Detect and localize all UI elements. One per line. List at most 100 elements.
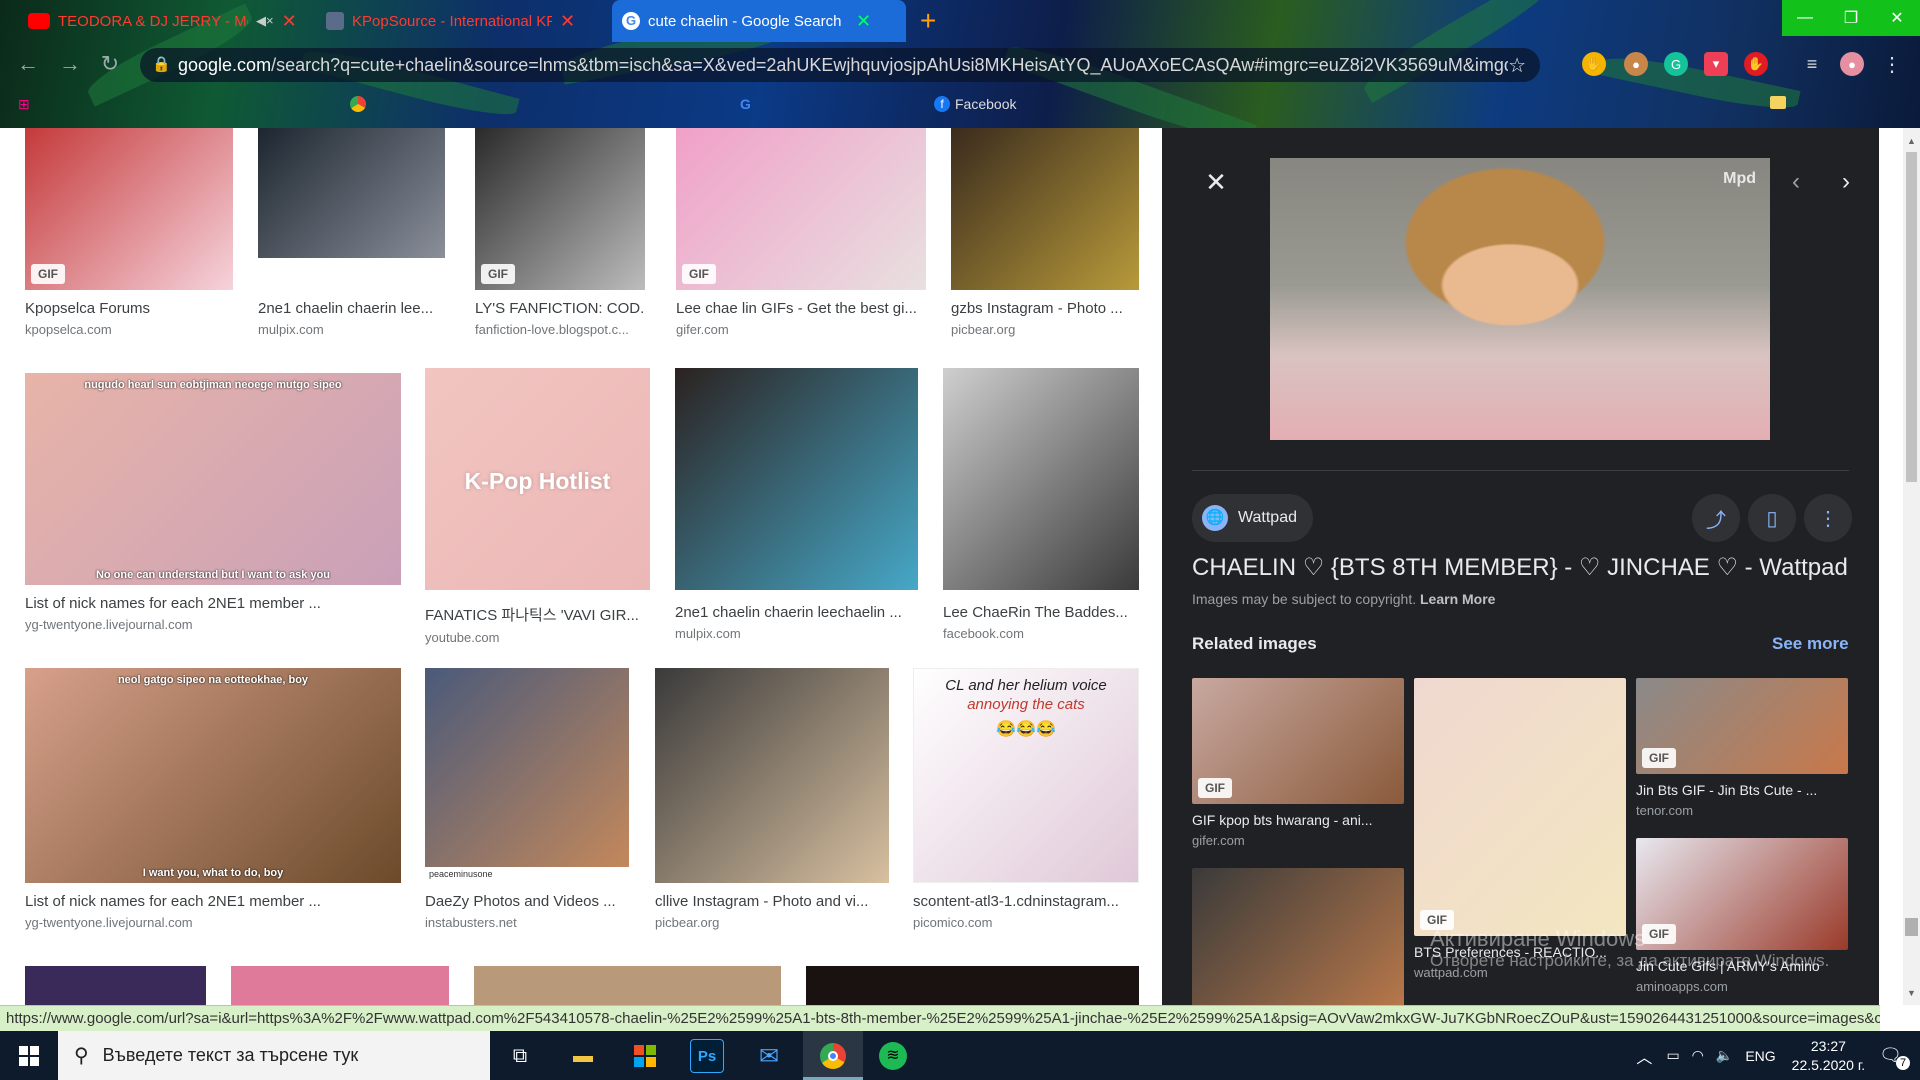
- result-source[interactable]: mulpix.com: [258, 322, 445, 337]
- scroll-up-arrow[interactable]: ▲: [1905, 136, 1918, 150]
- image-result[interactable]: 2ne1 chaelin chaerin leechaelin ... mulp…: [675, 368, 918, 641]
- image-result[interactable]: [231, 966, 449, 1005]
- minimize-button[interactable]: —: [1782, 0, 1828, 36]
- preview-image[interactable]: Mpd: [1270, 158, 1770, 440]
- volume-icon[interactable]: 🔈: [1716, 1047, 1733, 1064]
- share-icon[interactable]: ⤴: [1692, 494, 1740, 542]
- related-source[interactable]: gifer.com: [1192, 833, 1404, 848]
- chevron-left-icon[interactable]: ‹: [1772, 158, 1820, 206]
- page-scrollbar[interactable]: ▲ ▼: [1903, 128, 1920, 1005]
- bookmark-facebook[interactable]: f Facebook: [934, 96, 1016, 112]
- result-title[interactable]: 2ne1 chaelin chaerin leechaelin ...: [675, 604, 918, 621]
- related-title[interactable]: GIF kpop bts hwarang - ani...: [1192, 812, 1404, 828]
- image-result[interactable]: [25, 966, 206, 1005]
- result-source[interactable]: gifer.com: [676, 322, 926, 337]
- grammarly-icon[interactable]: G: [1664, 52, 1688, 76]
- result-source[interactable]: instabusters.net: [425, 915, 629, 930]
- profile-avatar[interactable]: ●: [1840, 52, 1864, 76]
- result-title[interactable]: 2ne1 chaelin chaerin lee...: [258, 300, 445, 317]
- see-more-link[interactable]: See more: [1772, 634, 1849, 654]
- extensions-list-icon[interactable]: ≡: [1800, 52, 1824, 76]
- result-thumbnail[interactable]: peaceminusone: [425, 668, 629, 883]
- result-thumbnail[interactable]: nugudo hearl sun eobtjiman neoege mutgo …: [25, 373, 401, 585]
- close-tab-icon[interactable]: ✕: [560, 11, 575, 32]
- result-title[interactable]: Lee ChaeRin The Baddes...: [943, 604, 1139, 621]
- close-tab-icon[interactable]: ✕: [282, 11, 297, 32]
- result-title[interactable]: gzbs Instagram - Photo ...: [951, 300, 1139, 317]
- result-title[interactable]: FANATICS 파나틱스 'VAVI GIR...: [425, 604, 650, 625]
- chevron-right-icon[interactable]: ›: [1822, 158, 1870, 206]
- result-source[interactable]: facebook.com: [943, 626, 1139, 641]
- related-thumbnail[interactable]: GIF: [1192, 678, 1404, 804]
- menu-kebab-icon[interactable]: ⋮: [1880, 52, 1904, 76]
- tab-kpopsource[interactable]: KPopSource - International KPOP ✕: [316, 0, 606, 42]
- result-source[interactable]: mulpix.com: [675, 626, 918, 641]
- battery-icon[interactable]: ▭: [1666, 1047, 1679, 1064]
- result-source[interactable]: kpopselca.com: [25, 322, 233, 337]
- result-source[interactable]: yg-twentyone.livejournal.com: [25, 915, 401, 930]
- image-result[interactable]: Lee ChaeRin The Baddes... facebook.com: [943, 368, 1139, 641]
- forward-icon[interactable]: →: [56, 50, 84, 78]
- photoshop-icon[interactable]: Ps: [690, 1039, 724, 1073]
- close-window-button[interactable]: ✕: [1874, 0, 1920, 36]
- image-result[interactable]: cllive Instagram - Photo and vi... picbe…: [655, 668, 889, 930]
- result-title[interactable]: Lee chae lin GIFs - Get the best gi...: [676, 300, 926, 317]
- extension-hand-icon[interactable]: ✋: [1582, 52, 1606, 76]
- file-explorer-icon[interactable]: ▬: [566, 1039, 600, 1073]
- image-result[interactable]: GIF Lee chae lin GIFs - Get the best gi.…: [676, 128, 926, 337]
- related-thumbnail[interactable]: GIF: [1636, 678, 1848, 774]
- image-result[interactable]: K-Pop Hotlist FANATICS 파나틱스 'VAVI GIR...…: [425, 368, 650, 645]
- result-title[interactable]: List of nick names for each 2NE1 member …: [25, 595, 401, 612]
- windows-start-button[interactable]: [0, 1031, 58, 1080]
- lock-icon[interactable]: 🔒: [152, 55, 171, 73]
- input-language[interactable]: ENG: [1745, 1048, 1775, 1064]
- task-view-icon[interactable]: ⧉: [503, 1039, 537, 1073]
- result-source[interactable]: fanfiction-love.blogspot.c...: [475, 322, 645, 337]
- related-image[interactable]: [1192, 868, 1404, 1005]
- extension-cookie-icon[interactable]: ●: [1624, 52, 1648, 76]
- image-result[interactable]: GIF Kpopselca Forums kpopselca.com: [25, 128, 233, 337]
- image-result[interactable]: [474, 966, 781, 1005]
- mail-icon[interactable]: ✉: [752, 1039, 786, 1073]
- notifications-icon[interactable]: 🗨 7: [1879, 1045, 1910, 1070]
- scrollbar-marker[interactable]: [1905, 918, 1918, 936]
- bookmark-star-icon[interactable]: ☆: [1508, 53, 1526, 78]
- result-title[interactable]: scontent-atl3-1.cdninstagram...: [913, 893, 1139, 910]
- learn-more-link[interactable]: Learn More: [1420, 591, 1495, 607]
- image-result[interactable]: GIF LY'S FANFICTION: COD... fanfiction-l…: [475, 128, 645, 337]
- result-source[interactable]: youtube.com: [425, 630, 650, 645]
- related-source[interactable]: tenor.com: [1636, 803, 1848, 818]
- tab-google-search[interactable]: G cute chaelin - Google Search ✕: [612, 0, 906, 42]
- address-bar[interactable]: 🔒 google.com/search?q=cute+chaelin&sourc…: [140, 48, 1540, 82]
- image-result[interactable]: neol gatgo sipeo na eotteokhae, boy I wa…: [25, 668, 401, 930]
- close-icon[interactable]: ✕: [1192, 158, 1240, 206]
- speaker-muted-icon[interactable]: ◀×: [256, 13, 274, 29]
- clock[interactable]: 23:27 22.5.2020 г.: [1792, 1037, 1865, 1075]
- result-title[interactable]: LY'S FANFICTION: COD...: [475, 300, 645, 317]
- image-result[interactable]: [806, 966, 1139, 1005]
- url-text[interactable]: google.com/search?q=cute+chaelin&source=…: [178, 55, 1508, 76]
- pocket-icon[interactable]: ▾: [1704, 52, 1728, 76]
- apps-grid-icon[interactable]: ⊞: [18, 96, 30, 113]
- result-thumbnail[interactable]: GIF: [25, 128, 233, 290]
- image-result[interactable]: 2ne1 chaelin chaerin lee... mulpix.com: [258, 128, 445, 337]
- new-tab-button[interactable]: +: [920, 6, 936, 36]
- more-options-icon[interactable]: ⋮: [1804, 494, 1852, 542]
- result-thumbnail[interactable]: neol gatgo sipeo na eotteokhae, boy I wa…: [25, 668, 401, 883]
- result-source[interactable]: picbear.org: [655, 915, 889, 930]
- scrollbar-thumb[interactable]: [1906, 152, 1917, 482]
- tab-youtube[interactable]: TEODORA & DJ JERRY - Mo ◀× ✕: [18, 0, 308, 42]
- related-image[interactable]: GIF Jin Bts GIF - Jin Bts Cute - ... ten…: [1636, 678, 1848, 818]
- result-title[interactable]: DaeZy Photos and Videos ...: [425, 893, 629, 910]
- bookmark-icon[interactable]: ▯: [1748, 494, 1796, 542]
- result-thumbnail[interactable]: [675, 368, 918, 590]
- show-hidden-icons-chevron-icon[interactable]: ︿: [1636, 1044, 1652, 1068]
- result-source[interactable]: picbear.org: [951, 322, 1139, 337]
- result-thumbnail[interactable]: [258, 128, 445, 258]
- maximize-button[interactable]: ❐: [1828, 0, 1874, 36]
- image-result[interactable]: gzbs Instagram - Photo ... picbear.org: [951, 128, 1139, 337]
- result-thumbnail[interactable]: [951, 128, 1139, 290]
- scroll-down-arrow[interactable]: ▼: [1905, 988, 1918, 1002]
- bookmark-chrome-icon[interactable]: [350, 96, 366, 112]
- result-title[interactable]: cllive Instagram - Photo and vi...: [655, 893, 889, 910]
